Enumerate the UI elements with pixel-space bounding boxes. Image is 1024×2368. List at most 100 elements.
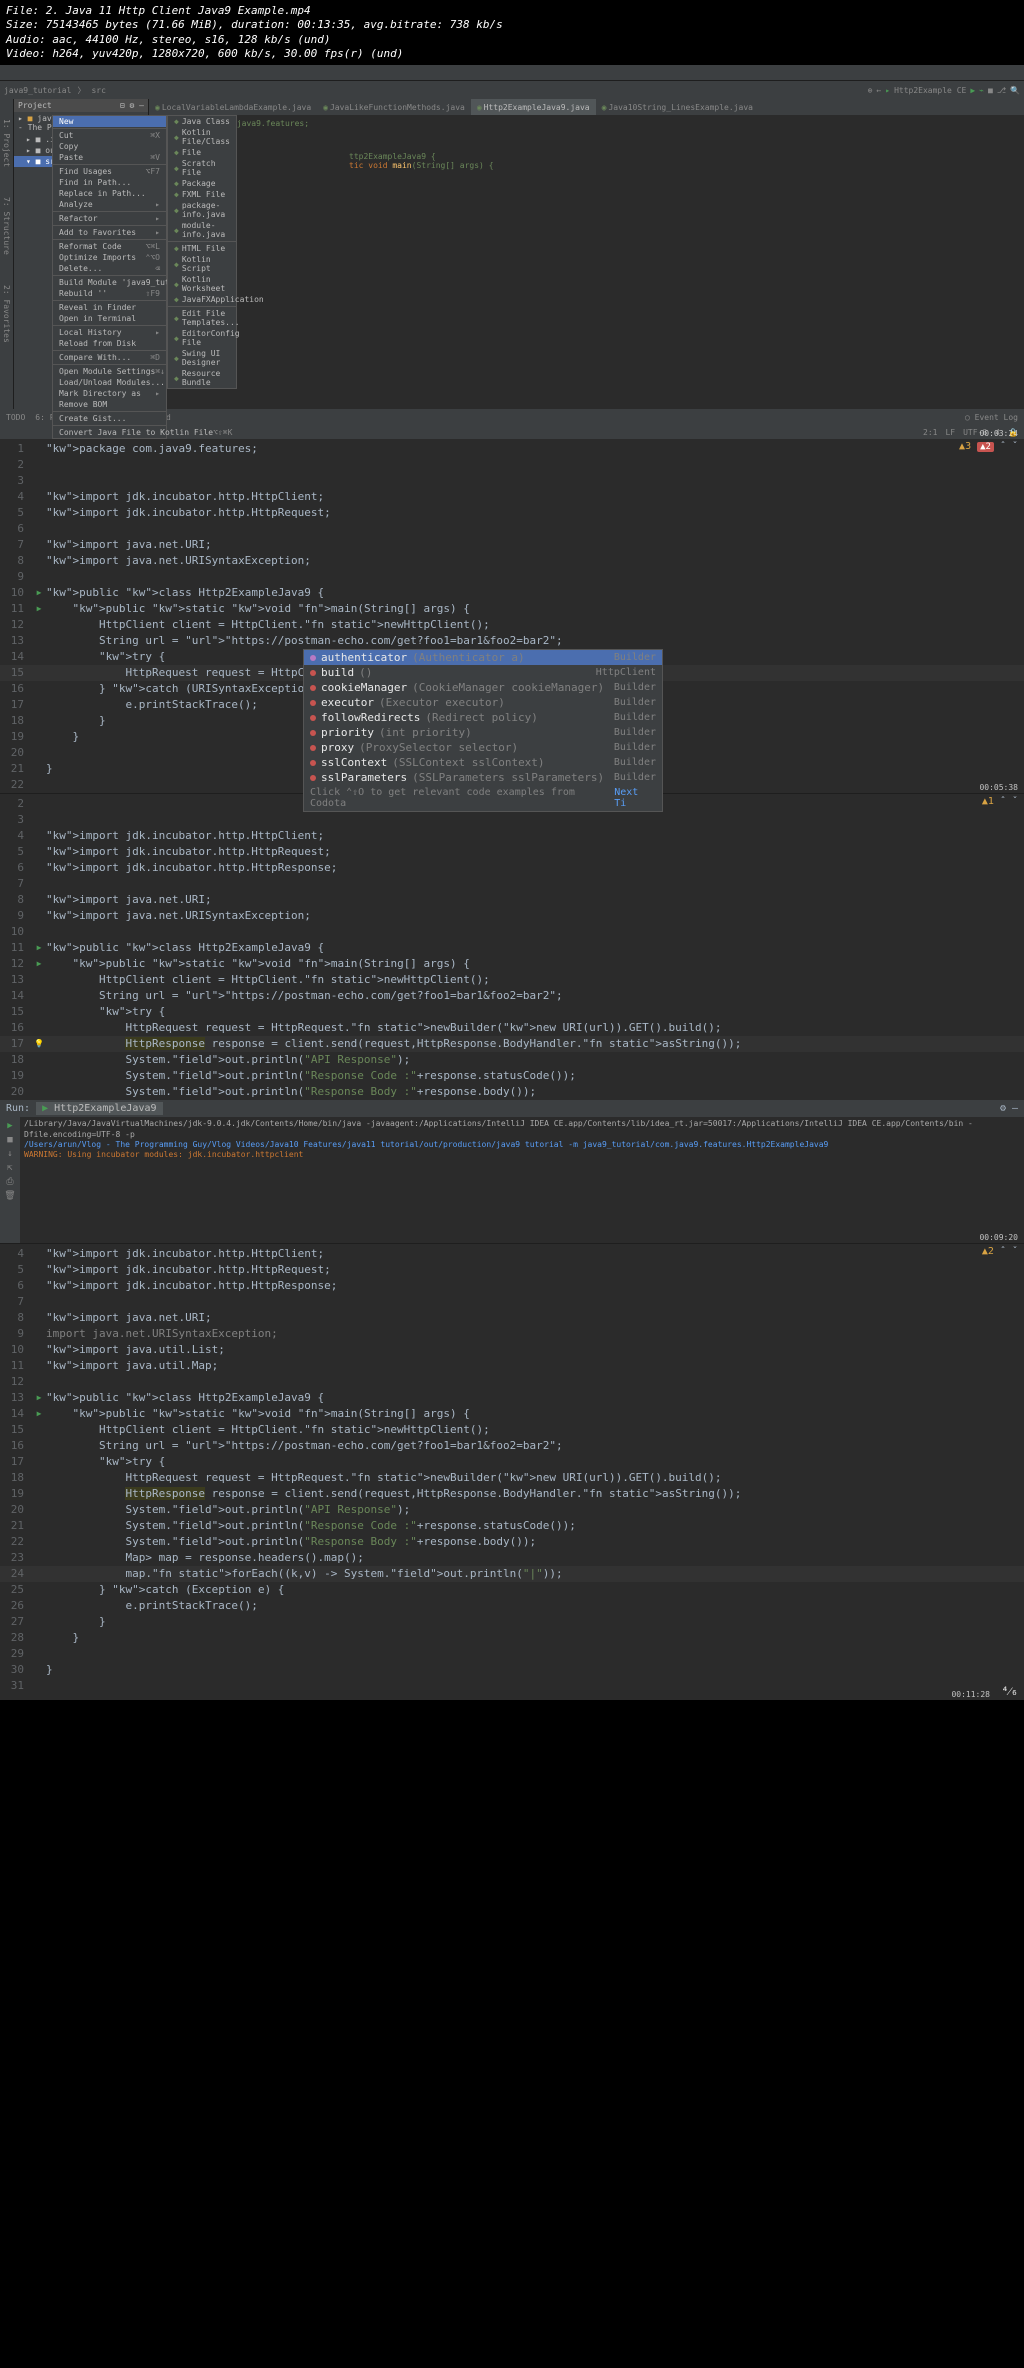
code-line[interactable]: 5"kw">import jdk.incubator.http.HttpRequ…	[0, 1262, 1024, 1278]
autocomplete-item[interactable]: executor(Executor executor)Builder	[304, 695, 662, 710]
export-icon[interactable]: ⇱	[7, 1163, 12, 1173]
code-line[interactable]: 17 "kw">try {	[0, 1454, 1024, 1470]
code-line[interactable]: 2	[0, 457, 1024, 473]
code-line[interactable]: 15 "kw">try {	[0, 1004, 1024, 1020]
stop-icon[interactable]: ■	[7, 1135, 12, 1145]
editor-tab[interactable]: ◉Http2ExampleJava9.java	[471, 99, 596, 115]
code-line[interactable]: 30}	[0, 1662, 1024, 1678]
code-line[interactable]: 9import java.net.URISyntaxException;	[0, 1326, 1024, 1342]
down-icon[interactable]: ↓	[7, 1149, 12, 1159]
code-line[interactable]: 11"kw">import java.util.Map;	[0, 1358, 1024, 1374]
run-tab[interactable]: ▶ Http2ExampleJava9	[36, 1102, 162, 1115]
code-line[interactable]: 22 System."field">out.println("Response …	[0, 1534, 1024, 1550]
submenu-item[interactable]: ◆Edit File Templates...	[168, 308, 236, 328]
code-line[interactable]: 19 HttpResponse response = client.send(r…	[0, 1486, 1024, 1502]
code-line[interactable]: 14 String url = "url">"https://postman-e…	[0, 988, 1024, 1004]
code-line[interactable]: 14▶ "kw">public "kw">static "kw">void "f…	[0, 1406, 1024, 1422]
run-output[interactable]: /Library/Java/JavaVirtualMachines/jdk-9.…	[20, 1117, 1024, 1243]
run-icon[interactable]: ▶	[970, 86, 975, 95]
code-line[interactable]: 20 System."field">out.println("Response …	[0, 1084, 1024, 1100]
event-log[interactable]: ◯ Event Log	[965, 413, 1018, 422]
project-tree[interactable]: Project ⊟ ⚙ — ▸ ■ java9_tutorial ~/Vlog …	[14, 99, 149, 409]
code-line[interactable]: 5"kw">import jdk.incubator.http.HttpRequ…	[0, 844, 1024, 860]
menu-item[interactable]: Rebuild ''⇧F9	[53, 288, 166, 299]
chevron-up-icon[interactable]: ˆ	[1000, 1246, 1006, 1257]
menu-item[interactable]: Reveal in Finder	[53, 302, 166, 313]
menu-item[interactable]: Replace in Path...	[53, 188, 166, 199]
rerun-icon[interactable]: ▶	[7, 1121, 12, 1131]
add-config-icon[interactable]: ⊕	[868, 86, 873, 95]
submenu-item[interactable]: ◆HTML File	[168, 243, 236, 254]
code-line[interactable]: 8"kw">import java.net.URISyntaxException…	[0, 553, 1024, 569]
chevron-down-icon[interactable]: ˇ	[1012, 796, 1018, 807]
code-line[interactable]: 6"kw">import jdk.incubator.http.HttpResp…	[0, 1278, 1024, 1294]
code-line[interactable]: 20 System."field">out.println("API Respo…	[0, 1502, 1024, 1518]
autocomplete-item[interactable]: sslContext(SSLContext sslContext)Builder	[304, 755, 662, 770]
menu-item[interactable]: Create Gist...	[53, 413, 166, 424]
code-line[interactable]: 18 HttpRequest request = HttpRequest."fn…	[0, 1470, 1024, 1486]
chevron-up-icon[interactable]: ˆ	[1000, 441, 1006, 452]
code-line[interactable]: 4"kw">import jdk.incubator.http.HttpClie…	[0, 489, 1024, 505]
chevron-down-icon[interactable]: ˇ	[1012, 441, 1018, 452]
favorites-tool-button[interactable]: 2: Favorites	[2, 285, 11, 343]
code-line[interactable]: 10▶"kw">public "kw">class Http2ExampleJa…	[0, 585, 1024, 601]
code-line[interactable]: 21 System."field">out.println("Response …	[0, 1518, 1024, 1534]
code-line[interactable]: 11▶"kw">public "kw">class Http2ExampleJa…	[0, 940, 1024, 956]
code-line[interactable]: 28 }	[0, 1630, 1024, 1646]
menu-item[interactable]: Copy	[53, 141, 166, 152]
breadcrumb-src[interactable]: src	[91, 86, 105, 95]
code-line[interactable]: 12 HttpClient client = HttpClient."fn st…	[0, 617, 1024, 633]
submenu-item[interactable]: ◆Kotlin Script	[168, 254, 236, 274]
submenu-item[interactable]: ◆Scratch File	[168, 158, 236, 178]
code-line[interactable]: 27 }	[0, 1614, 1024, 1630]
submenu-item[interactable]: ◆Resource Bundle	[168, 368, 236, 388]
autocomplete-item[interactable]: authenticator(Authenticator a)Builder	[304, 650, 662, 665]
code-line[interactable]: 5"kw">import jdk.incubator.http.HttpRequ…	[0, 505, 1024, 521]
run-config-dropdown[interactable]: Http2Example CE	[894, 86, 966, 95]
menu-item[interactable]: Local History▸	[53, 327, 166, 338]
submenu-item[interactable]: ◆FXML File	[168, 189, 236, 200]
code-line[interactable]: 12	[0, 1374, 1024, 1390]
code-line[interactable]: 4"kw">import jdk.incubator.http.HttpClie…	[0, 828, 1024, 844]
submenu-item[interactable]: ◆Kotlin File/Class	[168, 127, 236, 147]
breadcrumb-project[interactable]: java9_tutorial	[4, 86, 71, 95]
structure-tool-button[interactable]: 7: Structure	[2, 197, 11, 255]
code-line[interactable]: 7"kw">import java.net.URI;	[0, 537, 1024, 553]
submenu-item[interactable]: ◆EditorConfig File	[168, 328, 236, 348]
submenu-item[interactable]: ◆Kotlin Worksheet	[168, 274, 236, 294]
submenu-item[interactable]: ◆module-info.java	[168, 220, 236, 240]
menu-item[interactable]: Convert Java File to Kotlin File⌥⇧⌘K	[53, 427, 166, 438]
submenu-item[interactable]: ◆Package	[168, 178, 236, 189]
menu-item[interactable]: Add to Favorites▸	[53, 227, 166, 238]
project-tool-button[interactable]: 1: Project	[2, 119, 11, 167]
menu-item[interactable]: Open Module Settings⌘↓	[53, 366, 166, 377]
code-line[interactable]: 19 System."field">out.println("Response …	[0, 1068, 1024, 1084]
menu-item[interactable]: Refactor▸	[53, 213, 166, 224]
code-line[interactable]: 1"kw">package com.java9.features;	[0, 441, 1024, 457]
code-line[interactable]: 8"kw">import java.net.URI;	[0, 892, 1024, 908]
search-icon[interactable]: 🔍	[1010, 86, 1020, 95]
settings-icon[interactable]: ⚙ —	[1000, 1103, 1018, 1114]
chevron-up-icon[interactable]: ˆ	[1000, 796, 1006, 807]
autocomplete-item[interactable]: followRedirects(Redirect policy)Builder	[304, 710, 662, 725]
code-line[interactable]: 6"kw">import jdk.incubator.http.HttpResp…	[0, 860, 1024, 876]
chevron-down-icon[interactable]: ˇ	[1012, 1246, 1018, 1257]
menu-item[interactable]: Find in Path...	[53, 177, 166, 188]
submenu-item[interactable]: ◆JavaFXApplication	[168, 294, 236, 305]
code-line[interactable]: 29	[0, 1646, 1024, 1662]
menu-item[interactable]: Mark Directory as▸	[53, 388, 166, 399]
editor-tab[interactable]: ◉Java10String_LinesExample.java	[596, 99, 759, 115]
code-line[interactable]: 7	[0, 876, 1024, 892]
code-line[interactable]: 10	[0, 924, 1024, 940]
hammer-icon[interactable]: ▸	[885, 86, 890, 95]
code-line[interactable]: 15 HttpClient client = HttpClient."fn st…	[0, 1422, 1024, 1438]
code-line[interactable]: 25 } "kw">catch (Exception e) {	[0, 1582, 1024, 1598]
menu-item[interactable]: Find Usages⌥F7	[53, 166, 166, 177]
autocomplete-item[interactable]: priority(int priority)Builder	[304, 725, 662, 740]
autocomplete-item[interactable]: sslParameters(SSLParameters sslParameter…	[304, 770, 662, 785]
code-line[interactable]: 17💡 HttpResponse response = client.send(…	[0, 1036, 1024, 1052]
autocomplete-item[interactable]: cookieManager(CookieManager cookieManage…	[304, 680, 662, 695]
editor-tab[interactable]: ◉LocalVariableLambdaExample.java	[149, 99, 317, 115]
print-icon[interactable]: ⎙	[6, 1177, 13, 1187]
menu-item[interactable]: Analyze▸	[53, 199, 166, 210]
